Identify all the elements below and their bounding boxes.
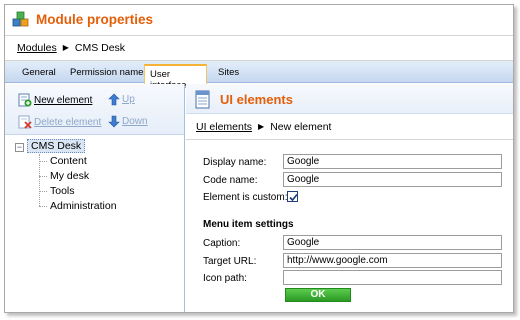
tree-toolbar: New element Up Delete element Down — [5, 84, 184, 135]
breadcrumb: Modules ▶ CMS Desk — [5, 35, 513, 61]
breadcrumb-ui-elements-link[interactable]: UI elements — [196, 121, 252, 133]
tab-bar: General Permission names User interface … — [5, 61, 513, 91]
delete-element-label: Delete element — [34, 116, 102, 128]
panel-title: UI elements — [220, 92, 293, 107]
collapse-icon[interactable]: − — [15, 143, 24, 152]
page-title: Module properties — [36, 12, 154, 27]
tab-user-interface[interactable]: User interface — [144, 64, 207, 91]
down-arrow-icon — [108, 115, 120, 128]
caption-input[interactable] — [283, 235, 502, 250]
new-element-label: New element — [34, 94, 93, 106]
document-icon — [195, 90, 210, 109]
tree-node-label: Content — [50, 155, 87, 167]
up-label: Up — [122, 94, 135, 105]
down-label: Down — [122, 116, 148, 127]
tree-node-my-desk[interactable]: My desk — [39, 170, 89, 182]
tree-connector — [39, 160, 47, 162]
element-is-custom-label: Element is custom: — [203, 192, 288, 203]
tab-general[interactable]: General — [22, 67, 56, 78]
tree-connector — [39, 205, 47, 207]
down-button[interactable]: Down — [108, 115, 148, 128]
tree-node-tools[interactable]: Tools — [39, 185, 75, 197]
tree-node-label: Tools — [50, 185, 75, 197]
display-name-input[interactable] — [283, 154, 502, 169]
up-button[interactable]: Up — [108, 93, 135, 106]
tree-node-cms-desk[interactable]: CMS Desk — [27, 139, 86, 153]
title-bar: Module properties — [5, 5, 513, 35]
menu-item-settings-heading: Menu item settings — [203, 219, 294, 230]
tree-node-content[interactable]: Content — [39, 155, 87, 167]
panel-header: UI elements — [186, 84, 513, 114]
module-properties-window: Module properties Modules ▶ CMS Desk Gener… — [4, 4, 514, 313]
tab-sites[interactable]: Sites — [218, 67, 239, 78]
tree-node-label: Administration — [50, 200, 117, 212]
code-name-input[interactable] — [283, 172, 502, 187]
caption-label: Caption: — [203, 238, 241, 249]
target-url-label: Target URL: — [203, 256, 257, 267]
icon-path-label: Icon path: — [203, 273, 247, 284]
tree-connector — [39, 175, 47, 177]
tree-node-label: My desk — [50, 170, 90, 182]
checkmark-icon — [289, 193, 298, 202]
icon-path-input[interactable] — [283, 270, 502, 285]
delete-element-button[interactable]: Delete element — [18, 115, 101, 129]
code-name-label: Code name: — [203, 175, 258, 186]
panel-breadcrumb: UI elements ▶ New element — [186, 115, 513, 140]
module-cubes-icon — [12, 11, 29, 27]
tab-permission-names[interactable]: Permission names — [70, 67, 148, 78]
up-arrow-icon — [108, 93, 120, 106]
tree-connector — [39, 190, 47, 192]
element-is-custom-checkbox[interactable] — [287, 191, 298, 202]
breadcrumb-arrow-icon: ▶ — [258, 122, 265, 131]
breadcrumb-current: New element — [270, 121, 332, 133]
target-url-input[interactable] — [283, 253, 502, 268]
breadcrumb-current: CMS Desk — [74, 42, 126, 54]
left-panel: New element Up Delete element Down − CMS… — [5, 84, 185, 312]
breadcrumb-arrow-icon: ▶ — [62, 43, 69, 52]
display-name-label: Display name: — [203, 157, 267, 168]
new-element-button[interactable]: New element — [18, 93, 92, 107]
delete-element-icon — [18, 115, 32, 129]
new-element-icon — [18, 93, 32, 107]
tree-node-administration[interactable]: Administration — [39, 200, 117, 212]
ok-button[interactable]: OK — [285, 288, 351, 302]
breadcrumb-modules-link[interactable]: Modules — [17, 42, 57, 54]
